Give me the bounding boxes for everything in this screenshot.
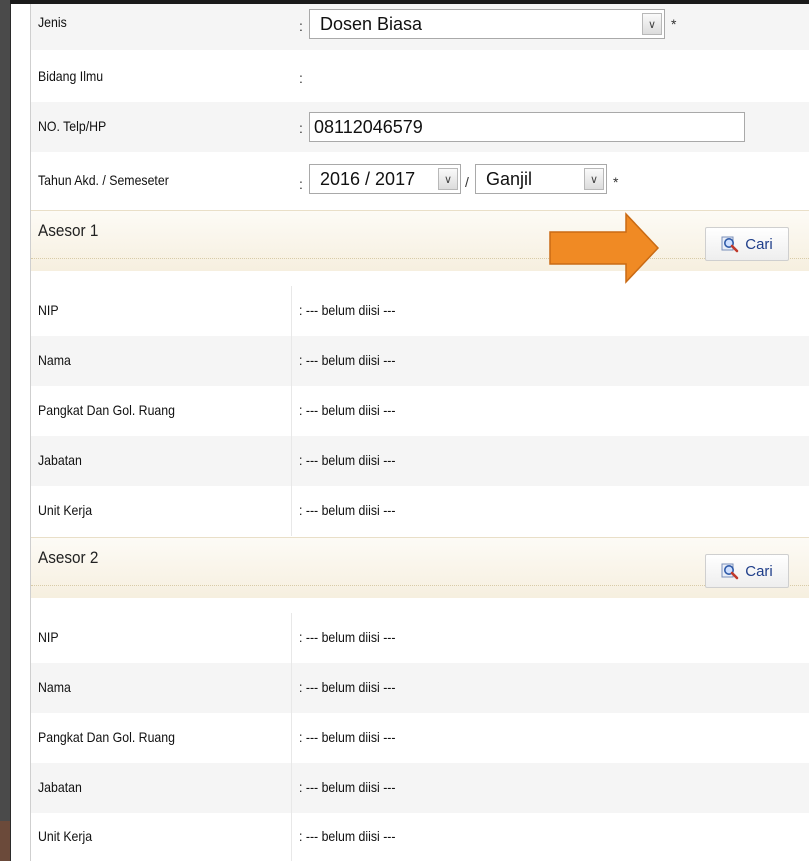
field-value: : --- belum diisi ---	[299, 452, 396, 468]
search-label: Cari	[745, 235, 773, 253]
field-label: Jabatan	[38, 452, 82, 468]
asesor2-row: Jabatan : --- belum diisi ---	[31, 763, 809, 813]
telp-input[interactable]: 08112046579	[309, 112, 745, 142]
colon: :	[299, 120, 303, 136]
asesor1-title: Asesor 1	[38, 221, 99, 240]
field-label: NIP	[38, 629, 59, 645]
required-asterisk: *	[671, 16, 677, 32]
bidang-ilmu-label: Bidang Ilmu	[38, 68, 104, 84]
asesor1-search-button[interactable]: Cari	[705, 227, 789, 261]
dotted-divider	[31, 258, 809, 259]
colon: :	[299, 70, 303, 86]
asesor1-row: Nama : --- belum diisi ---	[31, 336, 809, 386]
chevron-down-icon[interactable]: ∨	[642, 13, 662, 35]
asesor2-title: Asesor 2	[38, 548, 99, 567]
asesor2-row: Unit Kerja : --- belum diisi ---	[31, 813, 809, 861]
column-divider	[291, 336, 292, 386]
colon: :	[299, 18, 303, 34]
window-left-edge	[0, 0, 10, 861]
field-value: : --- belum diisi ---	[299, 629, 396, 645]
field-label: Nama	[38, 352, 71, 368]
semester-select[interactable]: Ganjil ∨	[475, 164, 607, 194]
asesor2-row: Nama : --- belum diisi ---	[31, 663, 809, 713]
field-value: : --- belum diisi ---	[299, 502, 396, 518]
form-content: Jenis : Dosen Biasa ∨ * Bidang Ilmu : NO…	[31, 4, 809, 861]
asesor2-header: Asesor 2 Cari	[31, 537, 809, 598]
column-divider	[291, 663, 292, 713]
asesor1-row: Unit Kerja : --- belum diisi ---	[31, 486, 809, 536]
field-label: Unit Kerja	[38, 828, 93, 844]
orange-arrow-icon	[549, 212, 660, 284]
field-label: Unit Kerja	[38, 502, 93, 518]
jenis-select[interactable]: Dosen Biasa ∨	[309, 9, 665, 39]
field-value: : --- belum diisi ---	[299, 679, 396, 695]
row-telp: NO. Telp/HP : 08112046579	[31, 102, 809, 152]
column-divider	[291, 713, 292, 763]
dotted-divider	[31, 585, 809, 586]
column-divider	[291, 386, 292, 436]
column-divider	[291, 286, 292, 336]
tahun-selected-value: 2016 / 2017	[320, 168, 416, 189]
field-label: Jabatan	[38, 779, 82, 795]
column-divider	[291, 613, 292, 663]
column-divider	[291, 486, 292, 536]
search-magnifier-icon	[721, 236, 739, 253]
tahun-select[interactable]: 2016 / 2017 ∨	[309, 164, 461, 194]
asesor2-row: Pangkat Dan Gol. Ruang : --- belum diisi…	[31, 713, 809, 763]
row-tahun-semester: Tahun Akd. / Semeseter : 2016 / 2017 ∨ /…	[31, 152, 809, 210]
slash-separator: /	[465, 174, 469, 190]
required-asterisk: *	[613, 174, 619, 190]
telp-label: NO. Telp/HP	[38, 118, 107, 134]
form-panel: Jenis : Dosen Biasa ∨ * Bidang Ilmu : NO…	[11, 4, 809, 861]
column-divider	[291, 763, 292, 813]
asesor1-row: Pangkat Dan Gol. Ruang : --- belum diisi…	[31, 386, 809, 436]
colon: :	[299, 176, 303, 192]
field-label: NIP	[38, 302, 59, 318]
row-bidang-ilmu: Bidang Ilmu :	[31, 50, 809, 102]
jenis-selected-value: Dosen Biasa	[320, 13, 423, 34]
asesor2-search-button[interactable]: Cari	[705, 554, 789, 588]
field-label: Pangkat Dan Gol. Ruang	[38, 729, 175, 745]
column-divider	[291, 813, 292, 861]
field-value: : --- belum diisi ---	[299, 729, 396, 745]
search-label: Cari	[745, 562, 773, 580]
semester-selected-value: Ganjil	[486, 168, 533, 189]
field-value: : --- belum diisi ---	[299, 302, 396, 318]
asesor1-header: Asesor 1 Cari	[31, 210, 809, 271]
row-jenis: Jenis : Dosen Biasa ∨ *	[31, 4, 809, 50]
field-label: Nama	[38, 679, 71, 695]
field-value: : --- belum diisi ---	[299, 352, 396, 368]
search-magnifier-icon	[721, 563, 739, 580]
field-value: : --- belum diisi ---	[299, 402, 396, 418]
asesor1-row: Jabatan : --- belum diisi ---	[31, 436, 809, 486]
chevron-down-icon[interactable]: ∨	[584, 168, 604, 190]
column-divider	[291, 436, 292, 486]
field-value: : --- belum diisi ---	[299, 828, 396, 844]
tahun-semester-label: Tahun Akd. / Semeseter	[38, 172, 169, 188]
jenis-label: Jenis	[38, 14, 67, 30]
chevron-down-icon[interactable]: ∨	[438, 168, 458, 190]
asesor2-row: NIP : --- belum diisi ---	[31, 613, 809, 663]
field-value: : --- belum diisi ---	[299, 779, 396, 795]
field-label: Pangkat Dan Gol. Ruang	[38, 402, 175, 418]
asesor1-row: NIP : --- belum diisi ---	[31, 286, 809, 336]
